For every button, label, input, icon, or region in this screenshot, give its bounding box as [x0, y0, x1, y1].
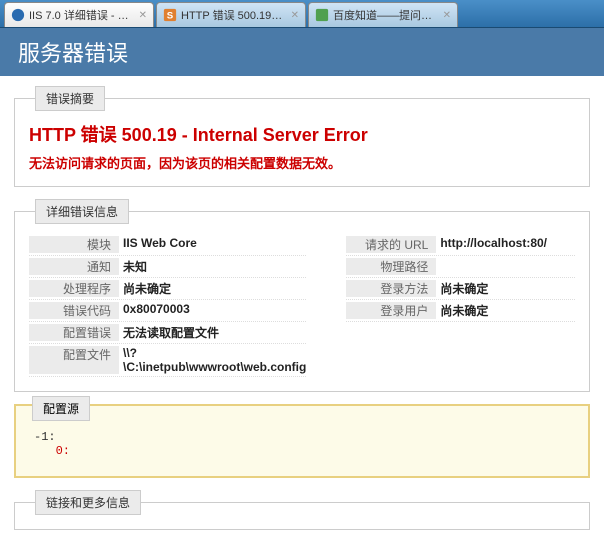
page-title: 服务器错误 [18, 41, 128, 66]
detail-value: 未知 [119, 258, 306, 275]
browser-tab-bar: IIS 7.0 详细错误 - 500.1... ✕ S HTTP 错误 500.… [0, 0, 604, 28]
detail-label: 处理程序 [29, 280, 119, 297]
links-more-legend: 链接和更多信息 [35, 490, 141, 515]
baidu-icon [315, 8, 329, 22]
detail-label: 错误代码 [29, 302, 119, 319]
details-right-column: 请求的 URLhttp://localhost:80/ 物理路径 登录方法尚未确… [346, 234, 575, 377]
browser-tab-sogou[interactable]: S HTTP 错误 500.19 - Inte... ✕ [156, 2, 306, 27]
detail-value: http://localhost:80/ [436, 236, 575, 253]
svg-text:S: S [167, 11, 174, 22]
detail-label: 登录方法 [346, 280, 436, 297]
detail-value: \\?\C:\inetpub\wwwroot\web.config [119, 346, 306, 374]
detail-value: 尚未确定 [436, 302, 575, 319]
browser-tab-baidu[interactable]: 百度知道——提问问题 ✕ [308, 2, 458, 27]
detail-row: 处理程序尚未确定 [29, 278, 306, 300]
close-icon[interactable]: ✕ [139, 10, 147, 21]
error-subtitle: 无法访问请求的页面，因为该页的相关配置数据无效。 [29, 153, 575, 172]
detail-value: 尚未确定 [119, 280, 306, 297]
detail-row: 配置错误无法读取配置文件 [29, 322, 306, 344]
content-area: 错误摘要 HTTP 错误 500.19 - Internal Server Er… [0, 76, 604, 552]
links-more-section: 链接和更多信息 [14, 490, 590, 530]
detail-label: 配置文件 [29, 346, 119, 374]
code-line: 0: [34, 444, 70, 458]
detail-row: 错误代码0x80070003 [29, 300, 306, 322]
detail-label: 物理路径 [346, 258, 436, 275]
config-source-section: 配置源 -1: 0: [14, 404, 590, 478]
code-line-number: -1: [34, 430, 56, 444]
details-legend: 详细错误信息 [35, 199, 129, 224]
detail-row: 请求的 URLhttp://localhost:80/ [346, 234, 575, 256]
detail-label: 请求的 URL [346, 236, 436, 253]
detail-value [436, 258, 575, 275]
detail-row: 登录方法尚未确定 [346, 278, 575, 300]
detail-row: 模块IIS Web Core [29, 234, 306, 256]
tab-label: 百度知道——提问问题 [333, 7, 435, 23]
close-icon[interactable]: ✕ [291, 10, 299, 21]
detail-value: 0x80070003 [119, 302, 306, 319]
browser-tab-iis[interactable]: IIS 7.0 详细错误 - 500.1... ✕ [4, 2, 154, 27]
details-left-column: 模块IIS Web Core 通知未知 处理程序尚未确定 错误代码0x80070… [29, 234, 306, 377]
page-header: 服务器错误 [0, 28, 604, 76]
detail-row: 物理路径 [346, 256, 575, 278]
detail-row: 通知未知 [29, 256, 306, 278]
config-source-legend: 配置源 [32, 396, 90, 421]
sogou-icon: S [163, 8, 177, 22]
tab-label: IIS 7.0 详细错误 - 500.1... [29, 7, 131, 23]
detail-value: 尚未确定 [436, 280, 575, 297]
detail-row: 登录用户尚未确定 [346, 300, 575, 322]
config-source-code: -1: 0: [30, 414, 574, 462]
close-icon[interactable]: ✕ [443, 10, 451, 21]
iis-icon [11, 8, 25, 22]
detail-value: IIS Web Core [119, 236, 306, 253]
detail-row: 配置文件\\?\C:\inetpub\wwwroot\web.config [29, 344, 306, 377]
detail-label: 配置错误 [29, 324, 119, 341]
detail-value: 无法读取配置文件 [119, 324, 306, 341]
error-details-section: 详细错误信息 模块IIS Web Core 通知未知 处理程序尚未确定 错误代码… [14, 199, 590, 392]
detail-label: 通知 [29, 258, 119, 275]
summary-legend: 错误摘要 [35, 86, 105, 111]
error-title: HTTP 错误 500.19 - Internal Server Error [29, 121, 575, 147]
detail-label: 登录用户 [346, 302, 436, 319]
detail-label: 模块 [29, 236, 119, 253]
error-summary-section: 错误摘要 HTTP 错误 500.19 - Internal Server Er… [14, 86, 590, 187]
tab-label: HTTP 错误 500.19 - Inte... [181, 7, 283, 23]
